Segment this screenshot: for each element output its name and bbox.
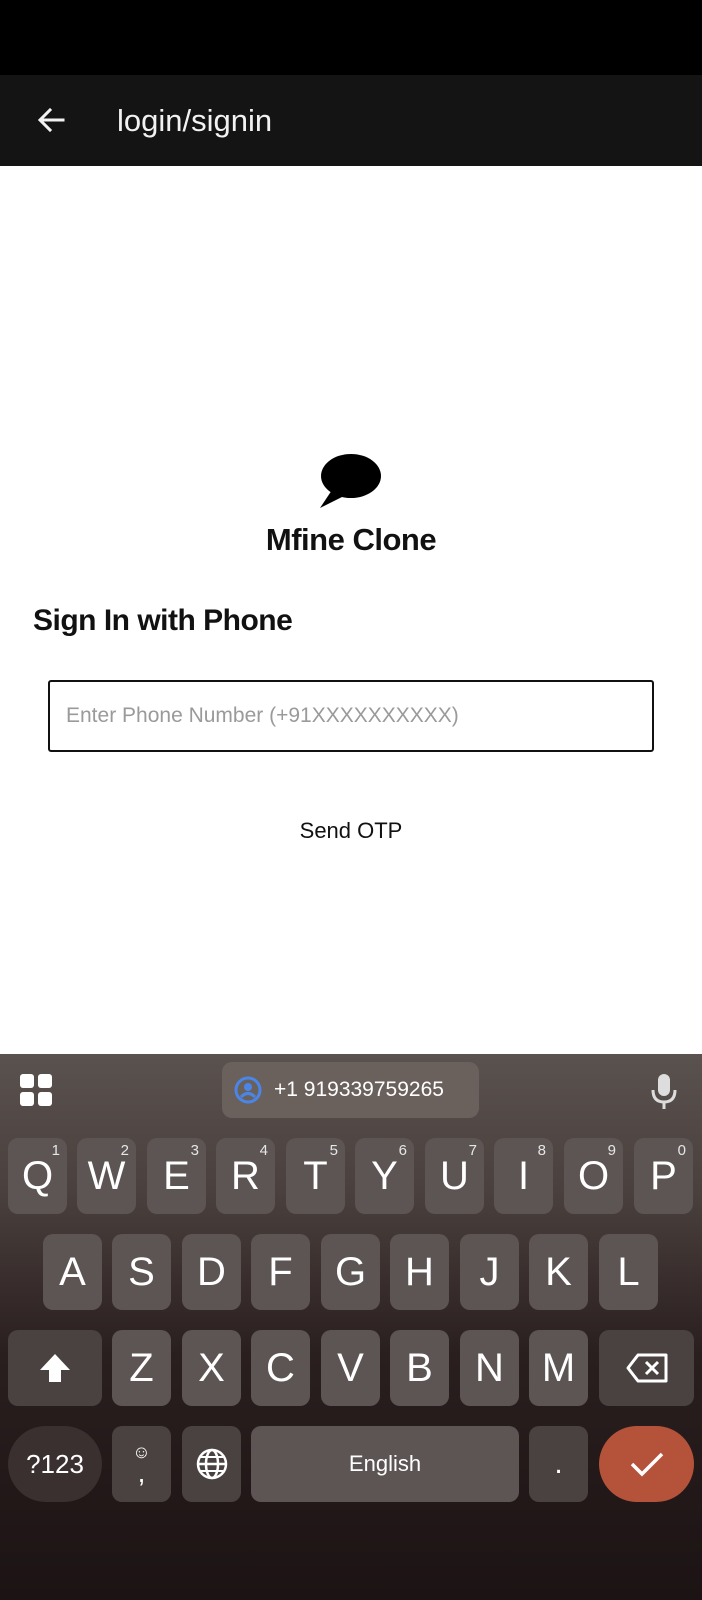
keyboard-suggestion-row: +1 919339759265 (0, 1054, 702, 1126)
apps-grid-icon[interactable] (20, 1074, 54, 1108)
key-u[interactable]: U7 (425, 1138, 484, 1214)
globe-icon (196, 1448, 227, 1480)
key-t[interactable]: T5 (286, 1138, 345, 1214)
period-key[interactable]: . (529, 1426, 588, 1502)
key-z[interactable]: Z (112, 1330, 171, 1406)
key-n[interactable]: N (460, 1330, 519, 1406)
key-i[interactable]: I8 (494, 1138, 553, 1214)
key-o[interactable]: O9 (564, 1138, 623, 1214)
key-e[interactable]: E3 (147, 1138, 206, 1214)
back-button[interactable] (26, 95, 76, 145)
app-title: login/signin (117, 103, 273, 138)
key-g[interactable]: G (321, 1234, 380, 1310)
account-circle-icon (234, 1076, 262, 1104)
key-f[interactable]: F (251, 1234, 310, 1310)
language-key[interactable] (182, 1426, 241, 1502)
enter-key[interactable] (599, 1426, 694, 1502)
suggestion-text: +1 919339759265 (274, 1078, 444, 1101)
status-bar (0, 0, 702, 75)
send-otp-button[interactable]: Send OTP (251, 806, 451, 856)
backspace-icon (626, 1353, 667, 1383)
key-s[interactable]: S (112, 1234, 171, 1310)
key-v[interactable]: V (321, 1330, 380, 1406)
shift-key[interactable] (8, 1330, 102, 1406)
autofill-suggestion-chip[interactable]: +1 919339759265 (222, 1062, 479, 1118)
chat-bubble-icon (320, 454, 381, 508)
brand-name: Mfine Clone (265, 522, 437, 557)
key-c[interactable]: C (251, 1330, 310, 1406)
checkmark-icon (630, 1452, 663, 1477)
shift-arrow-icon (40, 1354, 70, 1382)
symbols-key[interactable]: ?123 (8, 1426, 102, 1502)
key-k[interactable]: K (529, 1234, 588, 1310)
key-q[interactable]: Q1 (8, 1138, 67, 1214)
key-m[interactable]: M (529, 1330, 588, 1406)
emoji-comma-key[interactable]: ☺ , (112, 1426, 171, 1502)
key-p[interactable]: P0 (634, 1138, 693, 1214)
key-h[interactable]: H (390, 1234, 449, 1310)
section-title: Sign In with Phone (33, 604, 293, 637)
phone-number-input[interactable] (48, 680, 654, 752)
arrow-left-icon (37, 107, 65, 133)
backspace-key[interactable] (599, 1330, 694, 1406)
on-screen-keyboard: +1 919339759265 Q1 W2 E3 R4 T5 Y6 U7 I8 … (0, 1054, 702, 1600)
login-content: Mfine Clone Sign In with Phone Send OTP (0, 166, 702, 1054)
key-d[interactable]: D (182, 1234, 241, 1310)
key-l[interactable]: L (599, 1234, 658, 1310)
key-x[interactable]: X (182, 1330, 241, 1406)
key-w[interactable]: W2 (77, 1138, 136, 1214)
app-bar: login/signin (0, 75, 702, 166)
key-b[interactable]: B (390, 1330, 449, 1406)
space-key[interactable]: English (251, 1426, 519, 1502)
key-r[interactable]: R4 (216, 1138, 275, 1214)
key-y[interactable]: Y6 (355, 1138, 414, 1214)
key-j[interactable]: J (460, 1234, 519, 1310)
microphone-icon[interactable] (648, 1072, 680, 1110)
key-a[interactable]: A (43, 1234, 102, 1310)
